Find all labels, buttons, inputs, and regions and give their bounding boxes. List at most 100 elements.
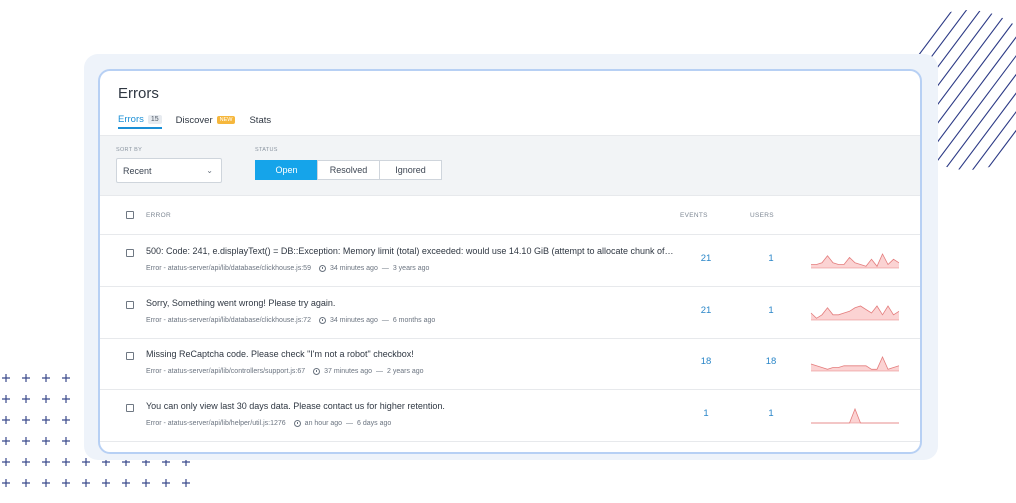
tab-discover-label: Discover: [175, 114, 213, 126]
plus-mark: [42, 395, 50, 403]
error-title[interactable]: Missing ReCaptcha code. Please check "I'…: [146, 349, 414, 359]
sort-by-value: Recent: [123, 165, 152, 176]
error-source: Error - atatus-server/api/lib/database/c…: [146, 316, 311, 324]
table-header: ERROR EVENTS USERS: [100, 197, 920, 235]
plus-mark: [22, 458, 30, 466]
status-resolved-button[interactable]: Resolved: [317, 160, 380, 180]
users-column-header: USERS: [750, 212, 774, 219]
status-label: STATUS: [255, 147, 278, 153]
plus-mark: [62, 395, 70, 403]
trend-sparkline: [811, 407, 899, 423]
filter-bar: SORT BY Recent ⌄ STATUS Open Resolved Ig…: [100, 135, 920, 196]
status-open-button[interactable]: Open: [255, 160, 318, 180]
chevron-down-icon: ⌄: [206, 166, 213, 175]
plus-mark: [142, 479, 150, 487]
plus-mark: [2, 374, 10, 382]
table-row[interactable]: Sorry, Something went wrong! Please try …: [100, 288, 920, 339]
events-count[interactable]: 1: [691, 408, 721, 419]
first-seen: 6 days ago: [357, 419, 392, 427]
plus-mark: [182, 479, 190, 487]
error-meta: Error - atatus-server/api/lib/database/c…: [146, 316, 436, 324]
plus-mark: [122, 479, 130, 487]
select-all-checkbox[interactable]: [126, 211, 134, 219]
events-count[interactable]: 18: [691, 356, 721, 367]
error-title[interactable]: 500: Code: 241, e.displayText() = DB::Ex…: [146, 246, 676, 256]
first-seen: 6 months ago: [392, 316, 436, 324]
row-checkbox[interactable]: [126, 300, 134, 309]
users-count[interactable]: 1: [756, 408, 786, 419]
tab-errors-label: Errors: [118, 113, 144, 125]
plus-mark: [42, 458, 50, 466]
plus-mark: [62, 479, 70, 487]
errors-count-badge: 15: [147, 114, 162, 124]
error-source: Error - atatus-server/api/lib/helper/uti…: [146, 419, 286, 427]
separator-dash: —: [381, 265, 389, 272]
plus-mark: [2, 479, 10, 487]
table-row[interactable]: Missing ReCaptcha code. Please check "I'…: [100, 339, 920, 390]
sparkline-area: [811, 408, 899, 423]
plus-mark: [2, 416, 10, 424]
table-row[interactable]: 500: Code: 241, e.displayText() = DB::Ex…: [100, 236, 920, 287]
error-source: Error - atatus-server/api/lib/controller…: [146, 368, 306, 375]
status-ignored-button[interactable]: Ignored: [379, 160, 442, 180]
row-checkbox[interactable]: [126, 403, 134, 412]
plus-mark: [82, 479, 90, 487]
error-meta: Error - atatus-server/api/lib/controller…: [146, 368, 424, 375]
trend-sparkline: [810, 304, 900, 320]
plus-mark: [62, 458, 70, 466]
users-count[interactable]: 1: [756, 305, 786, 316]
row-checkbox[interactable]: [126, 352, 134, 360]
users-count[interactable]: 18: [756, 356, 786, 367]
table-row[interactable]: You can only view last 30 days data. Ple…: [100, 391, 920, 442]
last-seen: 34 minutes ago: [329, 316, 378, 324]
last-seen: an hour ago: [304, 419, 343, 427]
last-seen: 37 minutes ago: [324, 368, 372, 375]
error-title[interactable]: Sorry, Something went wrong! Please try …: [146, 298, 335, 308]
tab-errors[interactable]: Errors 15: [118, 111, 162, 129]
plus-mark: [82, 458, 90, 466]
clock-icon: [293, 419, 301, 427]
plus-mark: [42, 479, 50, 487]
events-count[interactable]: 21: [691, 305, 721, 316]
plus-mark: [22, 437, 30, 445]
tab-stats[interactable]: Stats: [249, 111, 271, 129]
plus-mark: [162, 479, 170, 487]
plus-mark: [2, 395, 10, 403]
error-column-header: ERROR: [146, 212, 171, 219]
plus-mark: [22, 479, 30, 487]
tab-stats-label: Stats: [249, 114, 272, 126]
users-count[interactable]: 1: [756, 253, 786, 264]
plus-mark: [22, 374, 30, 382]
plus-mark: [62, 416, 70, 424]
trend-sparkline: [810, 356, 900, 372]
separator-dash: —: [346, 419, 354, 427]
status-toggle: Open Resolved Ignored: [255, 160, 442, 180]
error-title[interactable]: You can only view last 30 days data. Ple…: [146, 401, 445, 411]
plus-mark: [62, 437, 70, 445]
errors-card: Errors Errors 15 Discover NEW Stats SORT…: [98, 69, 922, 454]
clock-icon: [313, 368, 321, 375]
last-seen: 34 minutes ago: [329, 265, 378, 272]
trend-sparkline: [811, 253, 900, 269]
tab-discover[interactable]: Discover NEW: [176, 111, 236, 129]
plus-mark: [22, 416, 30, 424]
page-title: Errors: [118, 85, 159, 102]
first-seen: 3 years ago: [392, 265, 430, 272]
separator-dash: —: [381, 316, 389, 324]
sort-by-select[interactable]: Recent ⌄: [116, 158, 222, 183]
plus-mark: [42, 416, 50, 424]
row-checkbox[interactable]: [126, 249, 134, 257]
plus-mark: [62, 374, 70, 382]
plus-mark: [102, 479, 110, 487]
plus-mark: [42, 437, 50, 445]
tab-bar: Errors 15 Discover NEW Stats: [118, 111, 271, 133]
plus-mark: [22, 395, 30, 403]
error-meta: Error - atatus-server/api/lib/database/c…: [146, 265, 429, 272]
first-seen: 2 years ago: [387, 368, 424, 375]
error-source: Error - atatus-server/api/lib/database/c…: [146, 265, 311, 272]
error-meta: Error - atatus-server/api/lib/helper/uti…: [146, 419, 392, 427]
events-count[interactable]: 21: [691, 253, 721, 264]
plus-mark: [2, 437, 10, 445]
sort-by-label: SORT BY: [116, 147, 143, 153]
new-badge: NEW: [216, 116, 236, 124]
